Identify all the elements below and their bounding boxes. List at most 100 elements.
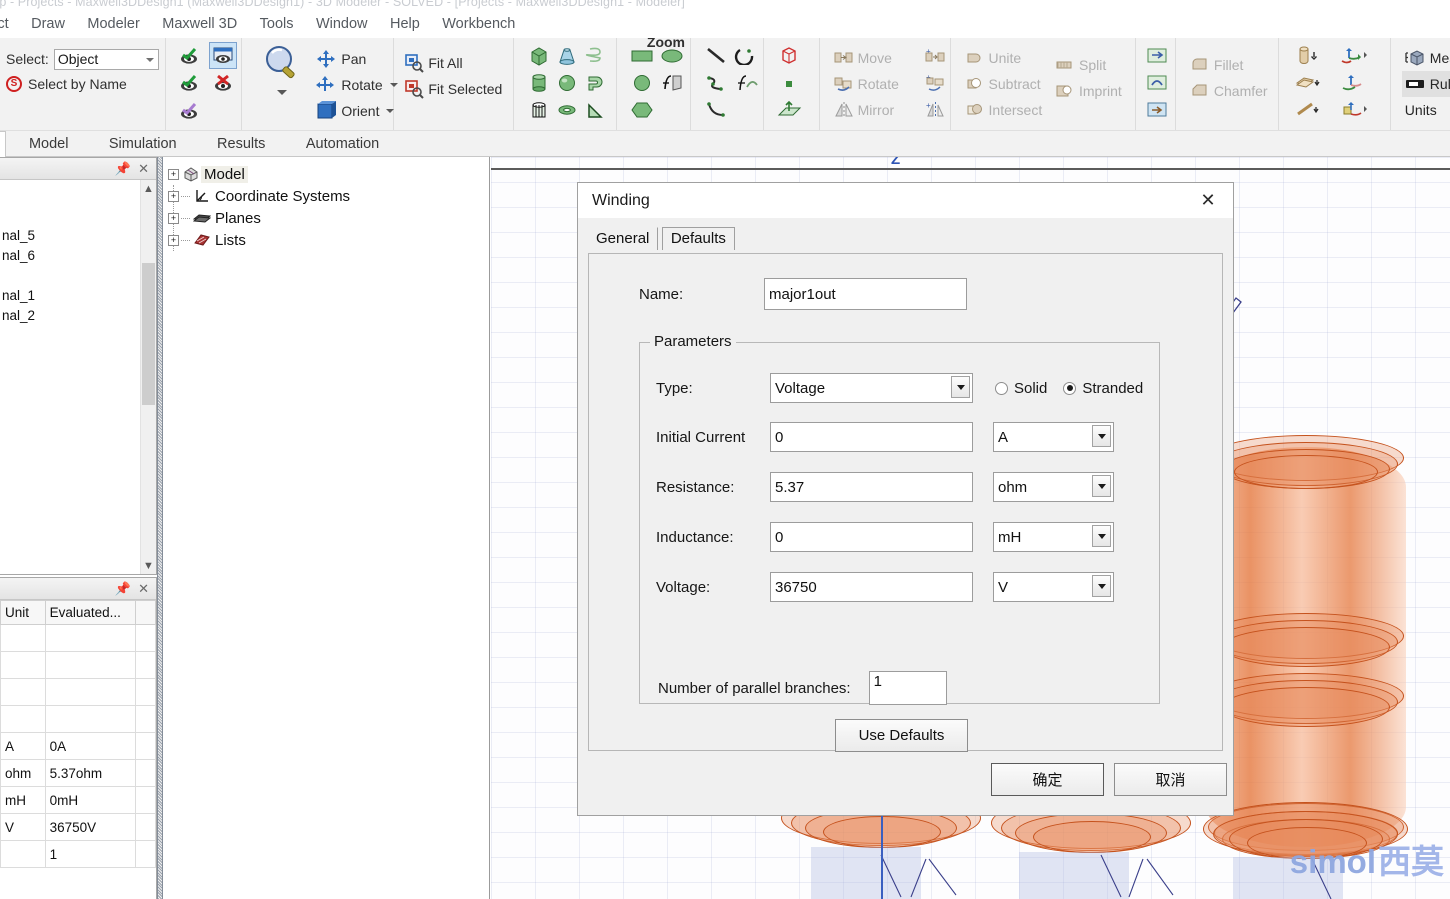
intersect-button[interactable]: Intersect	[962, 97, 1046, 123]
initial-current-unit-combo[interactable]: A	[993, 422, 1114, 452]
tab-view[interactable]: w	[0, 131, 7, 158]
equation-curve-icon[interactable]	[732, 69, 762, 96]
chevron-down-icon[interactable]	[1092, 475, 1111, 497]
cell-evaluated[interactable]: 0A	[44, 732, 136, 760]
tab-results[interactable]: Results	[199, 132, 283, 157]
section-icon[interactable]	[1289, 96, 1331, 123]
table-row[interactable]: V 36750V	[0, 813, 156, 841]
select-mode-combo[interactable]: Object	[53, 48, 159, 70]
pin-icon[interactable]: 📌	[115, 582, 131, 595]
stranded-radio[interactable]: Stranded	[1063, 380, 1143, 397]
hide-selection-icon[interactable]	[209, 70, 237, 97]
polyline-solid-icon[interactable]	[581, 96, 609, 123]
regular-polyhedron-icon[interactable]	[525, 96, 553, 123]
list-item[interactable]: nal_1	[0, 286, 156, 306]
expander-icon[interactable]: +	[168, 212, 179, 224]
menu-item-draw[interactable]: Draw	[22, 14, 74, 34]
box-icon[interactable]	[525, 42, 553, 69]
pin-icon[interactable]: 📌	[115, 162, 131, 175]
orient-button[interactable]: Orient	[315, 98, 397, 124]
panel-splitter[interactable]	[157, 157, 163, 899]
solid-radio[interactable]: Solid	[995, 380, 1047, 397]
cylinder-icon[interactable]	[525, 69, 553, 96]
expander-icon[interactable]: +	[168, 234, 179, 246]
rotate-button[interactable]: Rotate	[831, 71, 902, 97]
resistance-unit-combo[interactable]: ohm	[993, 472, 1114, 502]
bend-icon[interactable]	[581, 69, 609, 96]
rotate-view-button[interactable]: Rotate	[315, 72, 398, 98]
scroll-up-icon[interactable]: ▲	[141, 180, 156, 197]
menu-item-window[interactable]: Window	[307, 14, 377, 34]
duplicate-along-line-icon[interactable]: +	[921, 42, 951, 69]
chevron-down-icon[interactable]	[1092, 425, 1111, 447]
table-row[interactable]	[0, 705, 156, 733]
select-by-name-button[interactable]: S Select by Name	[6, 76, 159, 92]
project-panel-scrollbar[interactable]: ▲ ▼	[140, 180, 156, 574]
table-row[interactable]: 1	[0, 840, 156, 868]
list-item[interactable]: nal_5	[0, 226, 156, 246]
sweep-around-axis-icon[interactable]	[1143, 69, 1173, 96]
cell-unit[interactable]: A	[0, 732, 46, 760]
cell-unit[interactable]	[0, 651, 46, 679]
table-row[interactable]: ohm 5.37ohm	[0, 759, 156, 787]
cell-unit[interactable]: ohm	[0, 759, 46, 787]
cell-evaluated[interactable]	[44, 705, 136, 733]
list-item[interactable]: nal_2	[0, 306, 156, 326]
close-icon[interactable]: ✕	[138, 582, 149, 595]
cell-evaluated[interactable]: 5.37ohm	[44, 759, 136, 787]
measure-button[interactable]: Measure	[1402, 45, 1450, 71]
ok-button[interactable]: 确定	[991, 763, 1104, 796]
close-icon[interactable]: ✕	[1189, 186, 1227, 216]
cell-evaluated[interactable]	[44, 651, 136, 679]
arc-icon[interactable]	[732, 42, 762, 69]
chamfer-button[interactable]: Chamfer	[1187, 78, 1271, 104]
tab-automation[interactable]: Automation	[288, 132, 397, 157]
expander-icon[interactable]: +	[168, 168, 179, 180]
fit-selected-button[interactable]: Fit Selected	[404, 76, 507, 102]
menu-item-workbench[interactable]: Workbench	[433, 14, 524, 34]
cell-evaluated[interactable]: 36750V	[44, 813, 136, 841]
show-window-icon[interactable]	[208, 42, 237, 69]
rotate-cs-icon[interactable]	[1331, 69, 1381, 96]
name-input[interactable]: major1out	[764, 278, 967, 310]
cell-evaluated[interactable]	[44, 678, 136, 706]
inductance-input[interactable]: 0	[770, 522, 973, 552]
close-icon[interactable]: ✕	[138, 162, 149, 175]
circle-icon[interactable]	[627, 69, 657, 96]
show-hidden-icon[interactable]	[176, 97, 204, 124]
duplicate-around-axis-icon[interactable]: +	[921, 69, 951, 96]
split-button[interactable]: Split	[1052, 52, 1125, 78]
tree-item-lists[interactable]: + Lists	[168, 229, 489, 251]
chevron-down-icon[interactable]	[1092, 575, 1111, 597]
table-row[interactable]: A 0A	[0, 732, 156, 760]
sphere-icon[interactable]	[553, 69, 581, 96]
plane-icon[interactable]	[774, 96, 804, 123]
menu-item-maxwell-3d[interactable]: Maxwell 3D	[153, 14, 246, 34]
chevron-down-icon[interactable]	[951, 376, 970, 398]
tree-item-planes[interactable]: + Planes	[168, 207, 489, 229]
chevron-down-icon[interactable]	[389, 83, 398, 87]
show-all-icon[interactable]	[176, 42, 204, 69]
cell-unit[interactable]	[0, 705, 46, 733]
cell-evaluated[interactable]: 0mH	[44, 786, 136, 814]
cell-unit[interactable]	[0, 678, 46, 706]
unite-button[interactable]: Unite	[962, 45, 1046, 71]
spline-icon[interactable]	[702, 69, 732, 96]
torus-icon[interactable]	[553, 96, 581, 123]
equation-surface-icon[interactable]	[657, 69, 687, 96]
move-cs-icon[interactable]	[1331, 42, 1381, 69]
chevron-down-icon[interactable]	[386, 109, 395, 113]
table-row[interactable]	[0, 678, 156, 706]
list-item[interactable]	[0, 266, 156, 286]
menu-item-tools[interactable]: Tools	[251, 14, 303, 34]
zoom-button[interactable]: Zoom	[253, 38, 685, 95]
tree-item-coordinate-systems[interactable]: + Coordinate Systems	[168, 185, 489, 207]
voltage-unit-combo[interactable]: V	[993, 572, 1114, 602]
duplicate-mirror-icon[interactable]: +	[921, 96, 951, 123]
ruler-button[interactable]: Ruler	[1401, 71, 1450, 97]
sweep-along-path-icon[interactable]	[1143, 96, 1173, 123]
regular-polygon-icon[interactable]	[627, 96, 657, 123]
cancel-button[interactable]: 取消	[1114, 763, 1227, 796]
list-item[interactable]: nal_6	[0, 246, 156, 266]
column-header-evaluated[interactable]: Evaluated...	[44, 600, 136, 625]
